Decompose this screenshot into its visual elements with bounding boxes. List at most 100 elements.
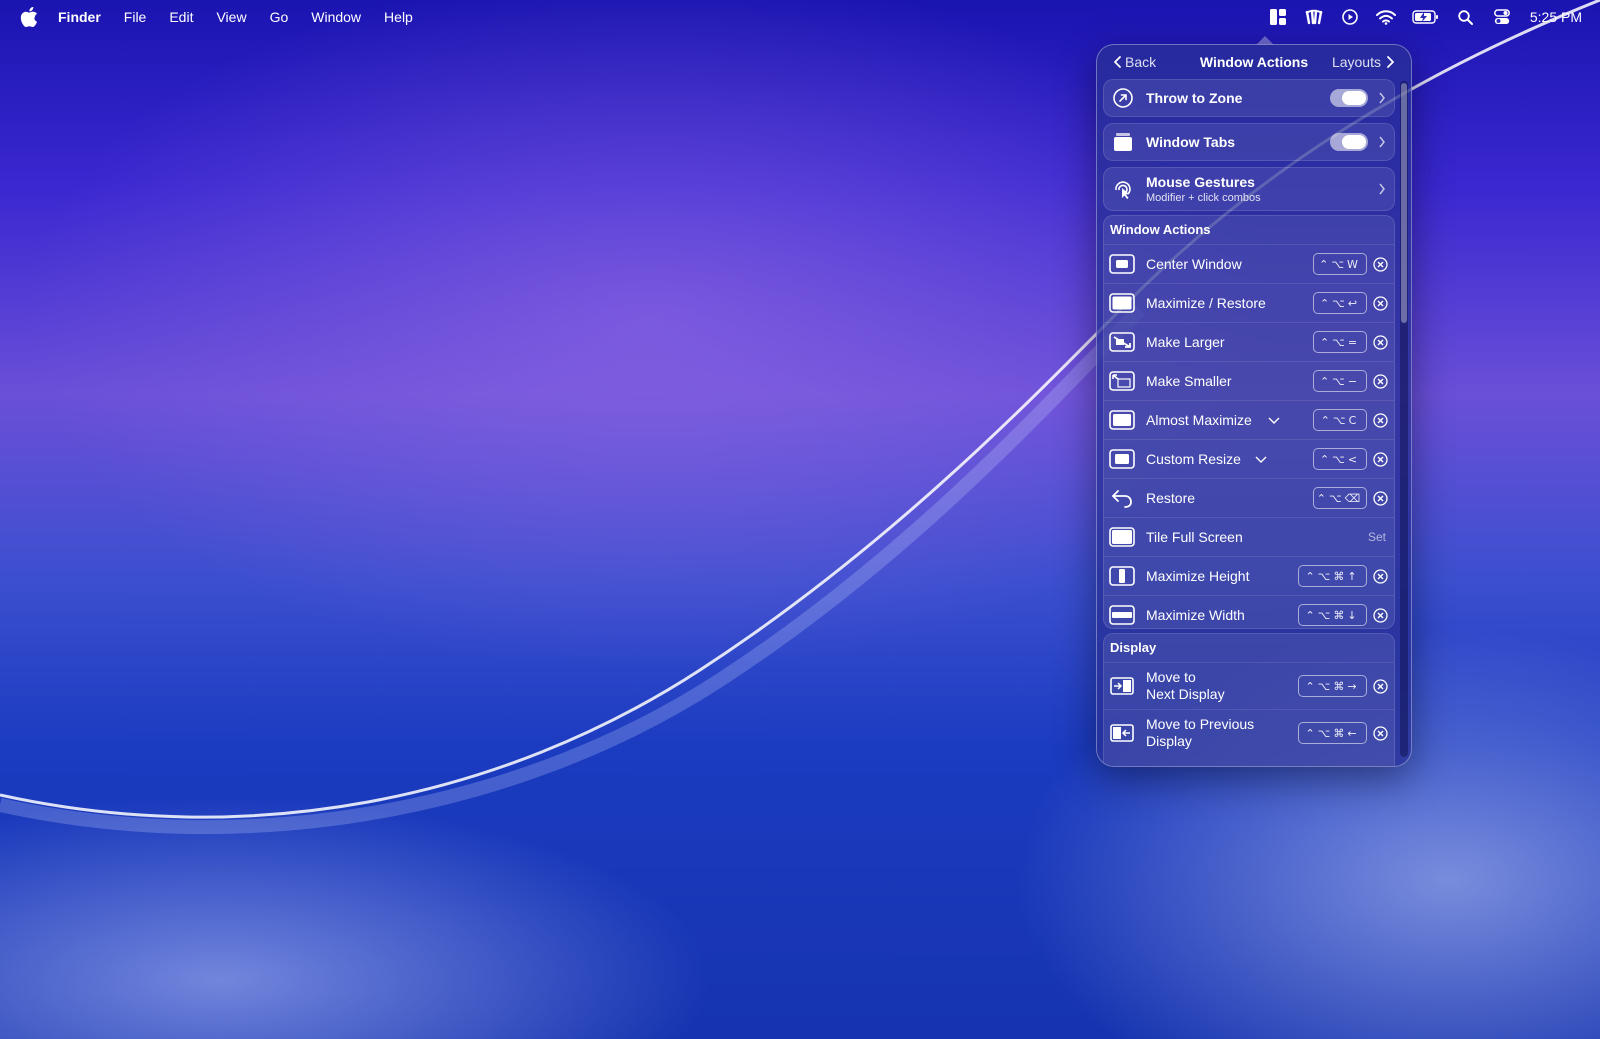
action-row-maximize-restore[interactable]: Maximize / Restore ⌃⌥↩	[1104, 283, 1394, 323]
shortcut-recorder[interactable]: ⌃⌥C	[1313, 409, 1367, 431]
wifi-icon[interactable]	[1375, 8, 1396, 26]
app-menu-finder[interactable]: Finder	[58, 9, 101, 25]
shortcut-recorder[interactable]: ⌃⌥=	[1313, 331, 1367, 353]
shortcut-recorder[interactable]: ⌃⌥⌘↑	[1298, 565, 1367, 587]
action-label-line2: Display	[1146, 733, 1192, 749]
section-title-display: Display	[1110, 640, 1157, 655]
action-label: Maximize Width	[1146, 607, 1245, 623]
battery-icon[interactable]	[1412, 8, 1440, 26]
tile-full-screen-icon	[1109, 527, 1135, 547]
throw-to-zone-toggle[interactable]	[1330, 89, 1368, 107]
play-icon[interactable]	[1340, 8, 1360, 26]
chevron-right-icon	[1379, 136, 1385, 148]
layouts-button[interactable]: Layouts	[1332, 54, 1395, 70]
mouse-gestures-subtitle: Modifier + click combos	[1146, 192, 1261, 204]
set-shortcut-button[interactable]: Set	[1368, 530, 1386, 544]
clear-shortcut-icon[interactable]	[1373, 679, 1388, 694]
throw-arrow-icon	[1113, 88, 1133, 108]
action-label: Center Window	[1146, 256, 1242, 272]
shortcut-recorder[interactable]: ⌃⌥W	[1313, 253, 1367, 275]
shortcut-recorder[interactable]: ⌃⌥⌫	[1313, 487, 1367, 509]
action-row-move-next-display[interactable]: Move to Next Display ⌃⌥⌘→	[1104, 662, 1394, 710]
custom-resize-icon	[1109, 449, 1135, 469]
window-actions-panel: Back Window Actions Layouts Throw to Zon…	[1096, 44, 1412, 767]
control-center-icon[interactable]	[1492, 8, 1512, 26]
shortcut-recorder[interactable]: ⌃⌥⌘←	[1298, 722, 1367, 744]
throw-to-zone-label: Throw to Zone	[1146, 90, 1243, 106]
chevron-right-icon	[1379, 92, 1385, 104]
menu-file[interactable]: File	[124, 9, 147, 25]
action-label: Maximize Height	[1146, 568, 1250, 584]
action-label: Almost Maximize	[1146, 412, 1252, 428]
clear-shortcut-icon[interactable]	[1373, 491, 1388, 506]
previous-display-icon	[1110, 724, 1134, 742]
maximize-width-icon	[1109, 605, 1135, 625]
window-manager-menu-icon[interactable]	[1268, 8, 1288, 26]
shortcut-recorder[interactable]: ⌃⌥↩	[1313, 292, 1367, 314]
next-display-icon	[1110, 677, 1134, 695]
action-row-restore[interactable]: Restore ⌃⌥⌫	[1104, 478, 1394, 518]
action-label: Custom Resize	[1146, 451, 1241, 467]
menu-edit[interactable]: Edit	[169, 9, 193, 25]
action-label-line1: Move to Previous	[1146, 716, 1255, 732]
maximize-height-icon	[1109, 566, 1135, 586]
cloud-tool-icon[interactable]	[1304, 8, 1324, 26]
menu-go[interactable]: Go	[270, 9, 289, 25]
panel-header: Back Window Actions Layouts	[1097, 45, 1411, 79]
panel-scrollbar[interactable]	[1400, 81, 1408, 757]
clear-shortcut-icon[interactable]	[1373, 608, 1388, 623]
action-row-make-larger[interactable]: Make Larger ⌃⌥=	[1104, 322, 1394, 362]
action-row-make-smaller[interactable]: Make Smaller ⌃⌥−	[1104, 361, 1394, 401]
action-row-almost-maximize[interactable]: Almost Maximize ⌃⌥C	[1104, 400, 1394, 440]
chevron-down-icon[interactable]	[1268, 415, 1280, 425]
window-tabs-label: Window Tabs	[1146, 134, 1236, 150]
clear-shortcut-icon[interactable]	[1373, 452, 1388, 467]
action-row-move-previous-display[interactable]: Move to Previous Display ⌃⌥⌘←	[1104, 709, 1394, 757]
clear-shortcut-icon[interactable]	[1373, 374, 1388, 389]
spotlight-search-icon[interactable]	[1456, 8, 1476, 26]
action-row-maximize-height[interactable]: Maximize Height ⌃⌥⌘↑	[1104, 556, 1394, 596]
action-label-line2: Next Display	[1146, 686, 1225, 702]
clear-shortcut-icon[interactable]	[1373, 726, 1388, 741]
window-tabs-row[interactable]: Window Tabs	[1103, 123, 1395, 161]
clear-shortcut-icon[interactable]	[1373, 257, 1388, 272]
menu-bar: Finder File Edit View Go Window Help 5:2…	[0, 0, 1600, 34]
action-row-tile-full-screen[interactable]: Tile Full Screen Set	[1104, 517, 1394, 557]
menu-view[interactable]: View	[216, 9, 246, 25]
chevron-right-icon	[1379, 183, 1385, 195]
window-tabs-icon	[1114, 133, 1132, 151]
menu-window[interactable]: Window	[311, 9, 361, 25]
gesture-pointer-icon	[1115, 181, 1131, 199]
apple-menu-icon[interactable]	[20, 7, 38, 27]
action-row-maximize-width[interactable]: Maximize Width ⌃⌥⌘↓	[1104, 595, 1394, 628]
action-row-custom-resize[interactable]: Custom Resize ⌃⌥<	[1104, 439, 1394, 479]
action-label: Make Larger	[1146, 334, 1225, 350]
action-label-line1: Move to	[1146, 669, 1196, 685]
action-label: Maximize / Restore	[1146, 295, 1266, 311]
menubar-clock[interactable]: 5:25 PM	[1530, 9, 1582, 25]
restore-arrow-icon	[1112, 490, 1132, 508]
menu-help[interactable]: Help	[384, 9, 413, 25]
maximize-window-icon	[1109, 293, 1135, 313]
almost-maximize-icon	[1109, 410, 1135, 430]
clear-shortcut-icon[interactable]	[1373, 335, 1388, 350]
action-row-center-window[interactable]: Center Window ⌃⌥W	[1104, 244, 1394, 284]
action-label: Restore	[1146, 490, 1196, 506]
throw-to-zone-row[interactable]: Throw to Zone	[1103, 79, 1395, 117]
make-smaller-icon	[1109, 371, 1135, 391]
shortcut-recorder[interactable]: ⌃⌥⌘↓	[1298, 604, 1367, 626]
mouse-gestures-row[interactable]: Mouse Gestures Modifier + click combos	[1103, 167, 1395, 211]
shortcut-recorder[interactable]: ⌃⌥−	[1313, 370, 1367, 392]
scrollbar-thumb[interactable]	[1401, 83, 1407, 323]
section-title-window-actions: Window Actions	[1110, 222, 1211, 237]
action-label: Make Smaller	[1146, 373, 1232, 389]
window-tabs-toggle[interactable]	[1330, 133, 1368, 151]
clear-shortcut-icon[interactable]	[1373, 413, 1388, 428]
clear-shortcut-icon[interactable]	[1373, 569, 1388, 584]
shortcut-recorder[interactable]: ⌃⌥⌘→	[1298, 675, 1367, 697]
window-actions-section: Window Actions Center Window ⌃⌥W Maximiz…	[1103, 215, 1395, 629]
shortcut-recorder[interactable]: ⌃⌥<	[1313, 448, 1367, 470]
clear-shortcut-icon[interactable]	[1373, 296, 1388, 311]
chevron-right-icon	[1387, 56, 1394, 68]
chevron-down-icon[interactable]	[1255, 454, 1267, 464]
